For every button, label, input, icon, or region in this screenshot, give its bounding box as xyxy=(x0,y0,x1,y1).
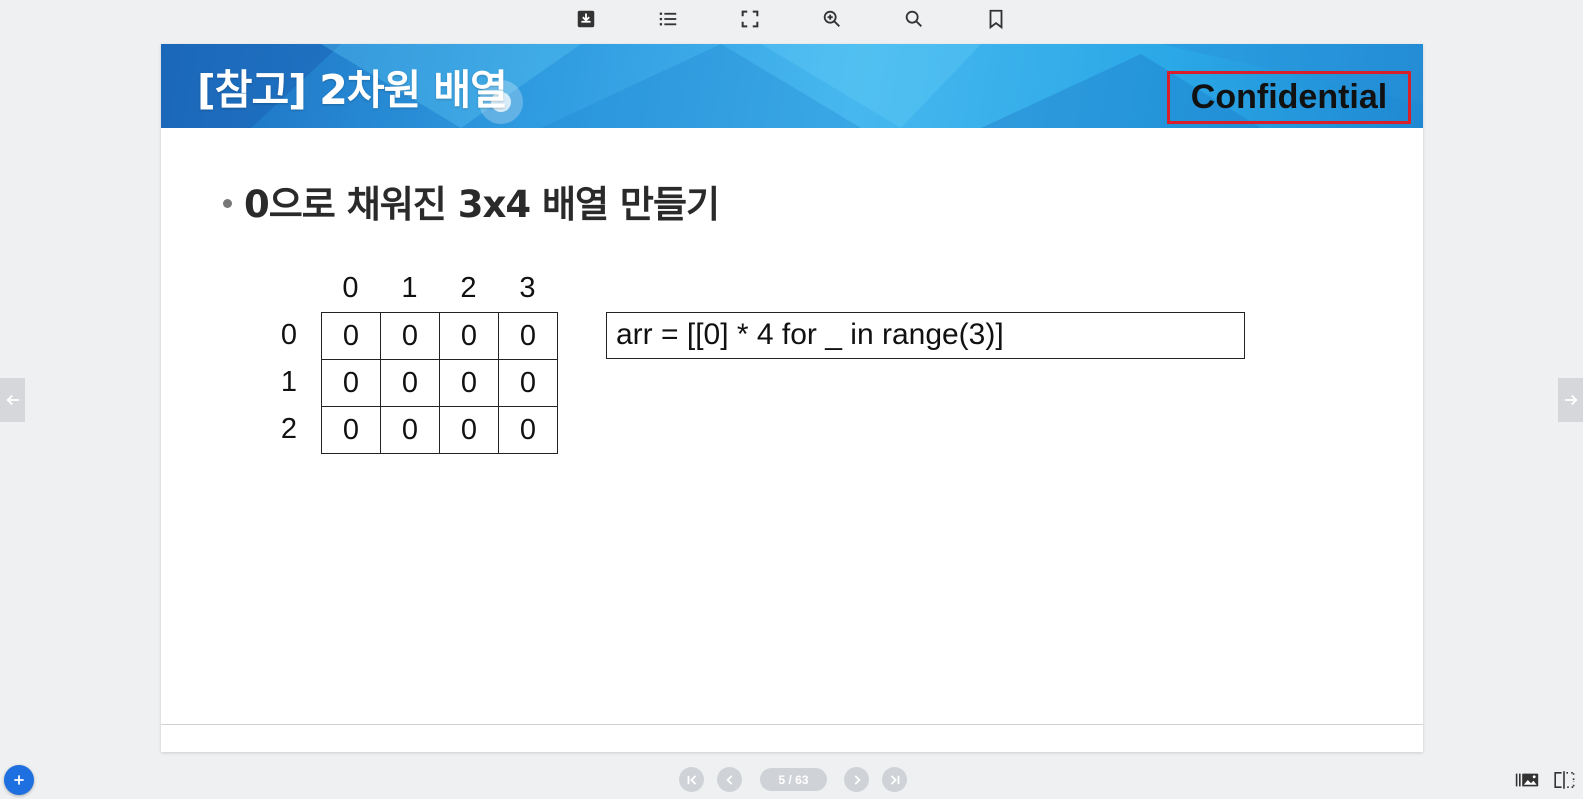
search-icon[interactable] xyxy=(900,6,928,32)
column-index: 2 xyxy=(460,272,477,304)
fullscreen-icon[interactable] xyxy=(736,6,764,32)
grid-cell: 0 xyxy=(439,359,499,407)
bullet-text: 0으로 채워진 3x4 배열 만들기 xyxy=(244,183,720,226)
last-page-icon[interactable] xyxy=(882,767,907,792)
row-index: 1 xyxy=(280,366,298,398)
grid-cell: 0 xyxy=(498,312,558,360)
plus-icon xyxy=(14,775,24,785)
grid-row: 0 0 0 0 xyxy=(321,359,558,407)
download-icon[interactable] xyxy=(572,6,600,32)
grid-cell: 0 xyxy=(380,312,440,360)
grid-cell: 0 xyxy=(321,406,381,454)
list-icon[interactable] xyxy=(654,6,682,32)
prev-page-icon[interactable] xyxy=(717,767,742,792)
grid-cell: 0 xyxy=(380,406,440,454)
top-toolbar xyxy=(0,0,1583,40)
next-page-icon[interactable] xyxy=(844,767,869,792)
slide-title: [참고] 2차원 배열 xyxy=(197,66,508,114)
grid-cell: 0 xyxy=(380,359,440,407)
bookmark-icon[interactable] xyxy=(982,6,1010,32)
zoom-in-icon[interactable] xyxy=(818,6,846,32)
bullet-item: 0으로 채워진 3x4 배열 만들기 xyxy=(223,174,720,228)
grid-cell: 0 xyxy=(439,312,499,360)
grid-cell: 0 xyxy=(321,312,381,360)
row-index: 2 xyxy=(280,413,298,445)
add-button[interactable] xyxy=(4,765,34,795)
grid-row: 0 0 0 0 xyxy=(321,406,558,454)
slide-footer-divider xyxy=(161,724,1423,725)
thumbnail-view-icon[interactable] xyxy=(1514,768,1540,792)
bullet-dot-icon xyxy=(223,198,232,208)
column-index: 1 xyxy=(401,272,418,304)
slide-page: [참고] 2차원 배열 Confidential 0으로 채워진 3x4 배열 … xyxy=(161,44,1423,752)
array-grid: 0 0 0 0 0 0 0 0 0 0 0 0 xyxy=(321,312,558,454)
column-index: 3 xyxy=(519,272,536,304)
grid-row: 0 0 0 0 xyxy=(321,312,558,360)
next-slide-arrow-icon[interactable] xyxy=(1558,378,1583,422)
grid-cell: 0 xyxy=(321,359,381,407)
grid-cell: 0 xyxy=(498,406,558,454)
confidential-badge: Confidential xyxy=(1167,71,1411,124)
grid-cell: 0 xyxy=(439,406,499,454)
page-indicator: 5 / 63 xyxy=(760,768,827,791)
slide-header-banner: [참고] 2차원 배열 Confidential xyxy=(161,44,1423,128)
code-snippet: arr = [[0] * 4 for _ in range(3)] xyxy=(606,312,1245,359)
prev-slide-arrow-icon[interactable] xyxy=(0,378,25,422)
row-index: 0 xyxy=(280,319,298,351)
first-page-icon[interactable] xyxy=(679,767,704,792)
split-view-icon[interactable] xyxy=(1551,768,1577,792)
column-index: 0 xyxy=(342,272,359,304)
grid-cell: 0 xyxy=(498,359,558,407)
